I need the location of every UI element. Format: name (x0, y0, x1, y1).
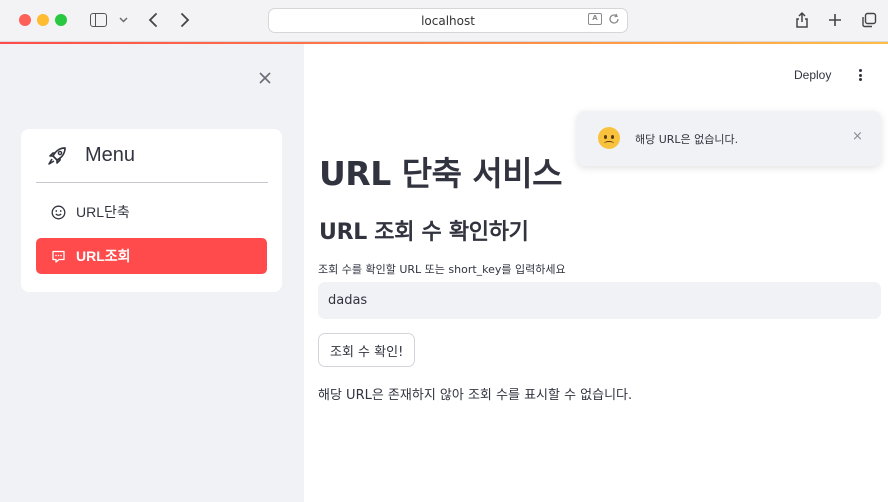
section-subtitle: URL 조회 수 확인하기 (319, 220, 529, 245)
toast-close-icon[interactable]: × (852, 129, 863, 144)
share-icon[interactable] (793, 9, 811, 31)
address-text: localhost (421, 13, 475, 28)
forward-icon[interactable] (177, 9, 193, 31)
menu-title: Menu (85, 144, 136, 166)
result-message: 해당 URL은 존재하지 않아 조회 수를 표시할 수 없습니다. (318, 388, 633, 403)
option-menu: Menu URL단축 URL조회 (21, 129, 282, 292)
translate-icon[interactable]: A (588, 13, 602, 25)
chat-icon (50, 248, 66, 264)
minimize-window-button[interactable] (37, 14, 49, 26)
tab-overview-icon[interactable] (860, 9, 878, 31)
close-sidebar-icon[interactable] (255, 68, 275, 88)
input-label: 조회 수를 확인할 URL 또는 short_key를 입력하세요 (318, 263, 566, 276)
sidebar-toggle-icon[interactable] (88, 9, 108, 31)
toast-message: 해당 URL은 없습니다. (635, 133, 739, 146)
reload-icon[interactable] (608, 13, 620, 25)
zoom-window-button[interactable] (55, 14, 67, 26)
page-title: URL 단축 서비스 (319, 154, 563, 193)
sidebar: Menu URL단축 URL조회 (0, 44, 304, 502)
rocket-icon (46, 145, 68, 167)
check-views-button[interactable]: 조회 수 확인! (318, 333, 416, 367)
menu-item-url-shorten[interactable]: URL단축 (36, 194, 267, 230)
back-icon[interactable] (145, 9, 161, 31)
toast-notification: 해당 URL은 없습니다. × (577, 111, 881, 166)
menu-header: Menu (36, 129, 268, 183)
menu-item-label: URL조회 (76, 248, 131, 264)
menu-item-label: URL단축 (76, 204, 130, 220)
address-bar[interactable]: localhost A (268, 8, 628, 33)
menu-item-url-lookup[interactable]: URL조회 (36, 238, 267, 274)
more-options-icon[interactable] (856, 66, 864, 84)
deploy-button[interactable]: Deploy (794, 68, 831, 82)
smiley-icon (50, 204, 66, 220)
close-window-button[interactable] (19, 14, 31, 26)
browser-toolbar: localhost A (0, 0, 888, 42)
frowning-face-icon (598, 127, 620, 149)
chevron-down-icon[interactable] (118, 9, 128, 31)
new-tab-icon[interactable] (826, 9, 844, 31)
url-input[interactable] (318, 282, 881, 319)
